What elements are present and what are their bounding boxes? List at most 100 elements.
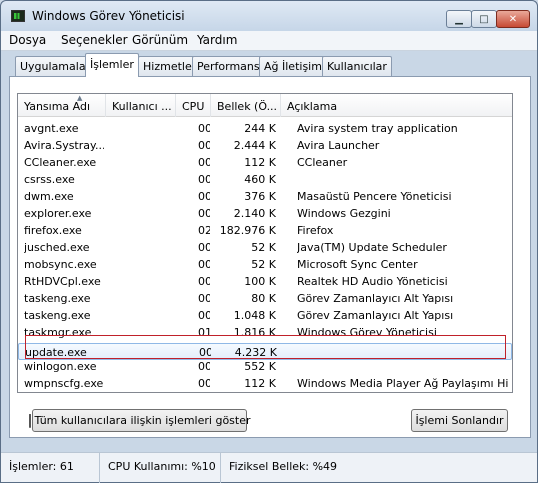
table-row[interactable]: RtHDVCpl.exe 00 100 K Realtek HD Audio Yöne… (18, 273, 512, 290)
process-cpu: 00 (198, 360, 210, 373)
menu-view[interactable]: Görünüm (132, 33, 188, 47)
close-button[interactable]: ✕ (496, 10, 530, 28)
process-name: explorer.exe (24, 207, 92, 220)
table-row[interactable]: Avira.Systray... 00 2.444 K Avira Launcher (18, 137, 512, 154)
table-row[interactable]: firefox.exe 02 182.976 K Firefox (18, 222, 512, 239)
process-memory: 1.048 K (233, 309, 276, 322)
process-description: Java(TM) Update Scheduler (297, 241, 447, 254)
table-row[interactable]: jusched.exe 00 52 K Java(TM) Update Schedul… (18, 239, 512, 256)
table-row[interactable]: taskmgr.exe 01 1.816 K Windows Görev Yöneti… (18, 324, 512, 341)
tab-processes[interactable]: İşlemler (85, 53, 139, 77)
table-row[interactable]: explorer.exe 00 2.140 K Windows Gezgini (18, 205, 512, 222)
process-memory: 80 K (251, 292, 276, 305)
task-manager-icon (11, 10, 25, 22)
process-description: Windows Gezgini (297, 207, 391, 220)
tab-performance[interactable]: Performans (192, 56, 265, 76)
process-memory: 112 K (244, 156, 276, 169)
process-description: Windows Görev Yöneticisi (297, 326, 437, 339)
process-description: Windows Media Player Ağ Paylaşımı Hi... (297, 377, 509, 390)
maximize-button[interactable]: □ (471, 10, 497, 28)
process-name: Avira.Systray... (24, 139, 104, 152)
tab-networking[interactable]: Ağ İletişimi (259, 56, 330, 76)
process-memory: 376 K (244, 190, 276, 203)
process-description: Görev Zamanlayıcı Alt Yapısı (297, 292, 454, 305)
process-cpu: 00 (198, 309, 210, 322)
process-name: RtHDVCpl.exe (24, 275, 101, 288)
table-row[interactable]: avgnt.exe 00 244 K Avira system tray applic… (18, 120, 512, 137)
process-name: mobsync.exe (24, 258, 97, 271)
process-memory: 112 K (244, 377, 276, 390)
menu-file[interactable]: Dosya (9, 33, 46, 47)
status-cpu-usage: CPU Kullanımı: %10 (100, 453, 221, 483)
tab-users[interactable]: Kullanıcılar (322, 56, 392, 76)
process-description: Avira system tray application (297, 122, 458, 135)
process-cpu: 00 (198, 173, 210, 186)
table-row[interactable]: dwm.exe 00 376 K Masaüstü Pencere Yöneticis… (18, 188, 512, 205)
column-user-name[interactable]: Kullanıcı ... (106, 94, 176, 117)
menu-options[interactable]: Seçenekler (61, 33, 128, 47)
close-icon: ✕ (508, 13, 518, 25)
process-name: jusched.exe (24, 241, 90, 254)
column-description[interactable]: Açıklama (281, 94, 512, 117)
process-name: dwm.exe (24, 190, 74, 203)
list-header: ▲ Yansıma Adı Kullanıcı ... CPU Bellek (… (18, 94, 512, 117)
process-name: csrss.exe (24, 173, 75, 186)
process-cpu: 00 (198, 292, 210, 305)
process-name: wmpnscfg.exe (24, 377, 104, 390)
column-image-name[interactable]: ▲ Yansıma Adı (18, 94, 106, 117)
process-name: avgnt.exe (24, 122, 79, 135)
process-memory: 1.816 K (233, 326, 276, 339)
process-description: Microsoft Sync Center (297, 258, 418, 271)
status-bar: İşlemler: 61 CPU Kullanımı: %10 Fiziksel… (1, 452, 537, 483)
process-name: taskmgr.exe (24, 326, 92, 339)
process-description: Avira Launcher (297, 139, 380, 152)
process-description: CCleaner (297, 156, 348, 169)
menu-help[interactable]: Yardım (197, 33, 237, 47)
minimize-button[interactable]: ▁ (446, 10, 472, 28)
process-memory: 244 K (244, 122, 276, 135)
process-name: taskeng.exe (24, 309, 91, 322)
title-bar[interactable]: Windows Görev Yöneticisi ▁ □ ✕ (1, 1, 537, 31)
process-cpu: 00 (198, 377, 210, 390)
maximize-icon: □ (479, 13, 489, 25)
process-description: Realtek HD Audio Yöneticisi (297, 275, 448, 288)
table-row[interactable]: mobsync.exe 00 52 K Microsoft Sync Center (18, 256, 512, 273)
table-row[interactable]: winlogon.exe 00 552 K (18, 358, 512, 375)
process-memory: 182.976 K (219, 224, 276, 237)
process-cpu: 00 (198, 122, 210, 135)
process-description: Masaüstü Pencere Yöneticisi (297, 190, 452, 203)
process-name: taskeng.exe (24, 292, 91, 305)
process-memory: 552 K (244, 360, 276, 373)
process-name: firefox.exe (24, 224, 82, 237)
table-row[interactable]: taskeng.exe 00 1.048 K Görev Zamanlayıcı Al… (18, 307, 512, 324)
process-memory: 52 K (251, 241, 276, 254)
tab-applications[interactable]: Uygulamalar (15, 56, 96, 76)
process-name: CCleaner.exe (24, 156, 97, 169)
process-cpu: 00 (198, 207, 210, 220)
process-description: Firefox (297, 224, 334, 237)
process-cpu: 01 (198, 326, 210, 339)
window-title: Windows Görev Yöneticisi (32, 9, 185, 23)
shield-icon (28, 413, 31, 428)
process-memory: 2.444 K (233, 139, 276, 152)
column-memory[interactable]: Bellek (Ö... (211, 94, 281, 117)
process-cpu: 00 (198, 139, 210, 152)
process-memory: 100 K (244, 275, 276, 288)
process-list[interactable]: ▲ Yansıma Adı Kullanıcı ... CPU Bellek (… (17, 93, 513, 393)
table-row[interactable]: CCleaner.exe 00 112 K CCleaner (18, 154, 512, 171)
table-row[interactable]: csrss.exe 00 460 K (18, 171, 512, 188)
table-row[interactable]: wmpnscfg.exe 00 112 K Windows Media Player … (18, 375, 512, 392)
process-memory: 52 K (251, 258, 276, 271)
status-physical-memory: Fiziksel Bellek: %49 (229, 460, 338, 473)
end-process-button[interactable]: İşlemi Sonlandır (411, 409, 508, 432)
process-cpu: 00 (198, 241, 210, 254)
show-all-users-button[interactable]: Tüm kullanıcılara ilişkin işlemleri göst… (28, 409, 251, 432)
process-cpu: 00 (198, 275, 210, 288)
process-cpu: 00 (198, 156, 210, 169)
process-cpu: 02 (198, 224, 210, 237)
menu-bar: Dosya Seçenekler Görünüm Yardım (1, 31, 537, 51)
process-memory: 2.140 K (233, 207, 276, 220)
column-cpu[interactable]: CPU (176, 94, 211, 117)
table-row[interactable]: taskeng.exe 00 80 K Görev Zamanlayıcı Alt Y… (18, 290, 512, 307)
process-cpu: 00 (198, 190, 210, 203)
